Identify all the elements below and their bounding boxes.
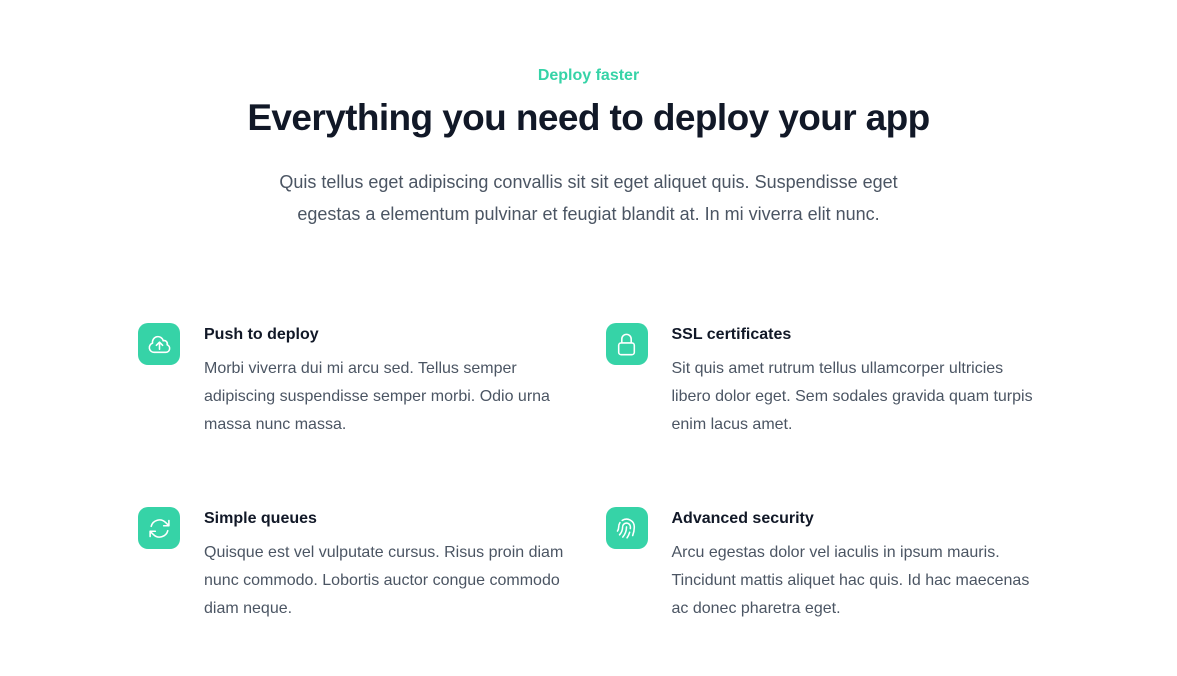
feature-ssl-certificates: SSL certificates Sit quis amet rutrum te… bbox=[606, 323, 1040, 439]
feature-advanced-security: Advanced security Arcu egestas dolor vel… bbox=[606, 507, 1040, 623]
feature-description: Morbi viverra dui mi arcu sed. Tellus se… bbox=[204, 355, 570, 439]
hero-description: Quis tellus eget adipiscing convallis si… bbox=[273, 166, 905, 230]
finger-print-icon bbox=[606, 507, 648, 549]
page-title: Everything you need to deploy your app bbox=[0, 96, 1177, 140]
feature-description: Arcu egestas dolor vel iaculis in ipsum … bbox=[672, 539, 1038, 623]
feature-title: Push to deploy bbox=[204, 323, 572, 347]
arrow-path-icon bbox=[138, 507, 180, 549]
feature-push-to-deploy: Push to deploy Morbi viverra dui mi arcu… bbox=[138, 323, 572, 439]
cloud-arrow-up-icon bbox=[138, 323, 180, 365]
feature-title: SSL certificates bbox=[672, 323, 1040, 347]
feature-title: Simple queues bbox=[204, 507, 572, 531]
hero-section: Deploy faster Everything you need to dep… bbox=[0, 0, 1177, 230]
feature-grid: Push to deploy Morbi viverra dui mi arcu… bbox=[138, 323, 1039, 623]
feature-description: Sit quis amet rutrum tellus ullamcorper … bbox=[672, 355, 1038, 439]
eyebrow-label: Deploy faster bbox=[0, 68, 1177, 84]
lock-closed-icon bbox=[606, 323, 648, 365]
feature-simple-queues: Simple queues Quisque est vel vulputate … bbox=[138, 507, 572, 623]
feature-title: Advanced security bbox=[672, 507, 1040, 531]
feature-description: Quisque est vel vulputate cursus. Risus … bbox=[204, 539, 570, 623]
